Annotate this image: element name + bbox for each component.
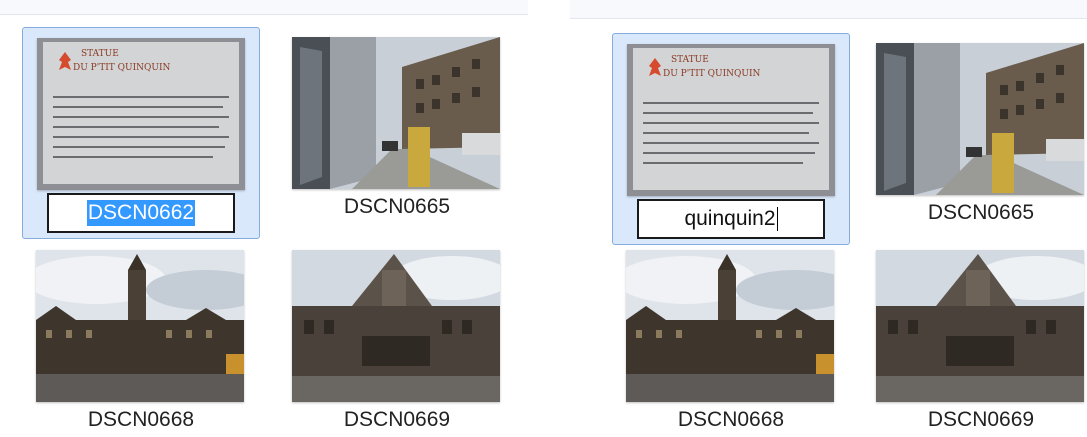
file-item-dscn0669[interactable]: DSCN0669 bbox=[278, 240, 516, 437]
rename-selected-text[interactable]: DSCN0662 bbox=[86, 200, 196, 226]
file-name-label: DSCN0669 bbox=[343, 408, 451, 431]
file-item-dscn0662[interactable]: STATUE DU P'TIT QUINQUIN DSCN0662 bbox=[22, 27, 260, 239]
file-item-dscn0668[interactable]: DSCN0668 bbox=[22, 240, 260, 437]
header-strip bbox=[0, 0, 528, 15]
thumbnail-sign: STATUE DU P'TIT QUINQUIN bbox=[37, 38, 245, 190]
file-item-quinquin2[interactable]: STATUE DU P'TIT QUINQUIN quinquin2 bbox=[612, 33, 850, 245]
text-caret bbox=[776, 207, 778, 231]
file-item-dscn0665[interactable]: DSCN0665 bbox=[862, 33, 1087, 245]
file-name-label: DSCN0665 bbox=[343, 195, 451, 218]
file-name-label: DSCN0665 bbox=[927, 201, 1035, 224]
file-item-dscn0665[interactable]: DSCN0665 bbox=[278, 27, 516, 239]
sign-title-2: DU P'TIT QUINQUIN bbox=[73, 63, 171, 73]
thumbnail-building bbox=[292, 250, 500, 402]
thumbnail-belfry bbox=[626, 250, 834, 402]
sign-title-1: STATUE bbox=[81, 49, 119, 59]
file-item-dscn0669[interactable]: DSCN0669 bbox=[862, 240, 1087, 437]
thumbnail-street bbox=[292, 37, 500, 189]
file-name-label: DSCN0668 bbox=[87, 408, 195, 431]
file-name-label: DSCN0669 bbox=[927, 408, 1035, 431]
thumbnail-belfry bbox=[36, 250, 244, 402]
sign-title-2: DU P'TIT QUINQUIN bbox=[663, 69, 761, 79]
thumbnail-sign: STATUE DU P'TIT QUINQUIN bbox=[627, 44, 835, 196]
rename-field[interactable]: quinquin2 bbox=[637, 199, 825, 239]
header-strip bbox=[570, 0, 1087, 19]
explorer-panel-before: STATUE DU P'TIT QUINQUIN DSCN0662 DSCN06… bbox=[0, 0, 528, 437]
thumbnail-building bbox=[876, 250, 1084, 402]
rename-text[interactable]: quinquin2 bbox=[684, 207, 775, 231]
file-name-label: DSCN0668 bbox=[677, 408, 785, 431]
sign-title-1: STATUE bbox=[671, 55, 709, 65]
explorer-panel-after: STATUE DU P'TIT QUINQUIN quinquin2 DSCN0… bbox=[570, 0, 1087, 437]
file-item-dscn0668[interactable]: DSCN0668 bbox=[612, 240, 850, 437]
rename-field[interactable]: DSCN0662 bbox=[47, 193, 235, 233]
thumbnail-street bbox=[876, 43, 1084, 195]
